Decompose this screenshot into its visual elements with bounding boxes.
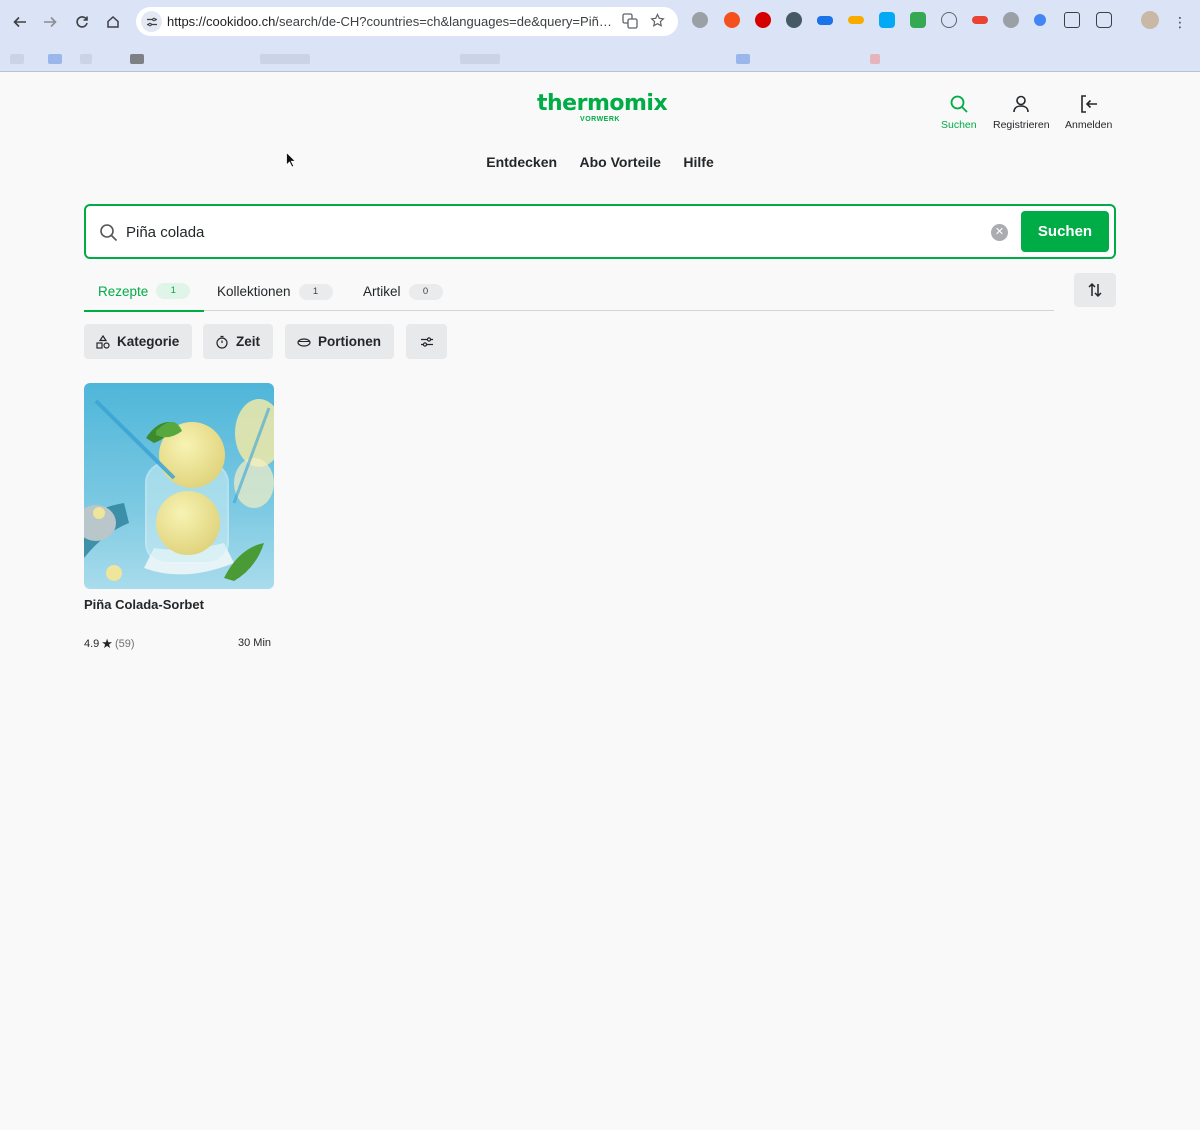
- recipe-time: 30 Min: [238, 637, 272, 649]
- nav-entdecken[interactable]: Entdecken: [486, 154, 557, 170]
- filter-more-button[interactable]: [406, 324, 447, 359]
- browser-toolbar: https://cookidoo.ch/search/de-CH?countri…: [0, 0, 1200, 72]
- portion-icon: [297, 337, 311, 347]
- extension-icon[interactable]: [692, 12, 708, 28]
- filter-portionen[interactable]: Portionen: [285, 324, 394, 359]
- nav-hilfe[interactable]: Hilfe: [683, 154, 713, 170]
- header-register-button[interactable]: Registrieren: [993, 94, 1050, 131]
- header-register-label: Registrieren: [993, 119, 1050, 131]
- cloud-icon[interactable]: [941, 12, 957, 28]
- address-bar[interactable]: https://cookidoo.ch/search/de-CH?countri…: [136, 7, 678, 36]
- bookmark-item[interactable]: [870, 54, 880, 64]
- tab-label: Kollektionen: [217, 284, 291, 299]
- tab-count-badge: 1: [156, 283, 191, 299]
- recipe-image[interactable]: [84, 383, 274, 589]
- bookmarks-bar: [0, 44, 1200, 71]
- extension-icon[interactable]: [1003, 12, 1019, 28]
- login-icon: [1080, 95, 1097, 113]
- result-tabs: Rezepte 1 Kollektionen 1 Artikel 0: [84, 272, 1054, 312]
- sliders-icon: [420, 336, 433, 347]
- filter-kategorie[interactable]: Kategorie: [84, 324, 193, 359]
- header-search-button[interactable]: Suchen: [941, 94, 977, 131]
- extension-icon[interactable]: [817, 16, 833, 25]
- extension-icon[interactable]: [879, 12, 895, 28]
- extension-icon[interactable]: [724, 12, 740, 28]
- extension-icon[interactable]: [1034, 14, 1046, 26]
- timer-icon: [216, 335, 228, 349]
- bookmark-item[interactable]: [80, 54, 92, 64]
- home-icon[interactable]: [101, 10, 125, 34]
- extension-icon[interactable]: [786, 12, 802, 28]
- bookmark-item[interactable]: [736, 54, 750, 64]
- extension-icon[interactable]: [910, 12, 926, 28]
- tab-search-icon[interactable]: [1064, 12, 1080, 28]
- bookmark-item[interactable]: [10, 54, 24, 64]
- header-search-label: Suchen: [941, 119, 977, 131]
- filter-zeit[interactable]: Zeit: [203, 324, 274, 359]
- tab-rezepte[interactable]: Rezepte 1: [84, 272, 205, 312]
- bookmark-item[interactable]: [130, 54, 144, 64]
- nav-abo-vorteile[interactable]: Abo Vorteile: [580, 154, 661, 170]
- mouse-cursor-icon: [286, 152, 296, 168]
- search-input[interactable]: Piña colada: [126, 224, 204, 241]
- clear-search-icon[interactable]: ✕: [991, 224, 1008, 241]
- logo-wordmark: thermomix: [537, 91, 668, 116]
- extension-icon[interactable]: [848, 16, 864, 24]
- translate-icon[interactable]: [622, 13, 638, 32]
- forward-icon[interactable]: [38, 10, 62, 34]
- filter-label: Zeit: [236, 334, 261, 349]
- site-settings-icon[interactable]: [141, 11, 162, 32]
- search-bar[interactable]: Piña colada ✕ Suchen: [84, 204, 1116, 259]
- avatar[interactable]: [1141, 11, 1159, 29]
- sort-button[interactable]: [1074, 273, 1116, 307]
- bookmark-item[interactable]: [260, 54, 310, 64]
- filter-label: Portionen: [318, 334, 381, 349]
- url-text[interactable]: https://cookidoo.ch/search/de-CH?countri…: [167, 14, 615, 29]
- reload-icon[interactable]: [70, 10, 94, 34]
- review-count: (59): [114, 638, 135, 650]
- search-button[interactable]: Suchen: [1021, 211, 1109, 252]
- search-icon: [100, 224, 118, 242]
- header-login-label: Anmelden: [1065, 119, 1113, 131]
- tab-label: Rezepte: [98, 283, 149, 299]
- bookmark-star-icon[interactable]: [650, 13, 665, 31]
- tab-count-badge: 0: [408, 283, 443, 300]
- tab-kollektionen[interactable]: Kollektionen 1: [217, 272, 333, 311]
- tab-count-badge: 1: [298, 283, 333, 300]
- url-path: /search/de-CH?countries=ch&languages=de&…: [275, 14, 615, 29]
- thermomix-logo[interactable]: thermomix VORWERK: [537, 90, 668, 134]
- search-icon: [950, 95, 968, 113]
- category-icon: [96, 334, 110, 349]
- extension-icon[interactable]: [972, 16, 988, 24]
- menu-kebab-icon[interactable]: ⋮: [1168, 10, 1192, 34]
- extension-icon[interactable]: [755, 12, 771, 28]
- rating-value: 4.9: [84, 638, 100, 650]
- tab-label: Artikel: [363, 284, 401, 299]
- star-icon: ★: [101, 636, 113, 651]
- bookmark-item[interactable]: [460, 54, 500, 64]
- back-icon[interactable]: [8, 10, 32, 34]
- header-login-button[interactable]: Anmelden: [1065, 94, 1112, 131]
- recipe-rating: 4.9 ★ (59): [84, 636, 135, 652]
- main-navigation: Entdecken Abo Vorteile Hilfe: [0, 154, 1200, 172]
- tab-artikel[interactable]: Artikel 0: [363, 272, 443, 311]
- recipe-title[interactable]: Piña Colada-Sorbet: [84, 597, 204, 612]
- url-domain: https://cookidoo.ch: [167, 14, 276, 29]
- sort-icon: [1088, 282, 1102, 298]
- extensions-puzzle-icon[interactable]: [1096, 12, 1112, 28]
- filter-label: Kategorie: [117, 334, 180, 349]
- bookmark-item[interactable]: [48, 54, 62, 64]
- user-icon: [1013, 95, 1030, 113]
